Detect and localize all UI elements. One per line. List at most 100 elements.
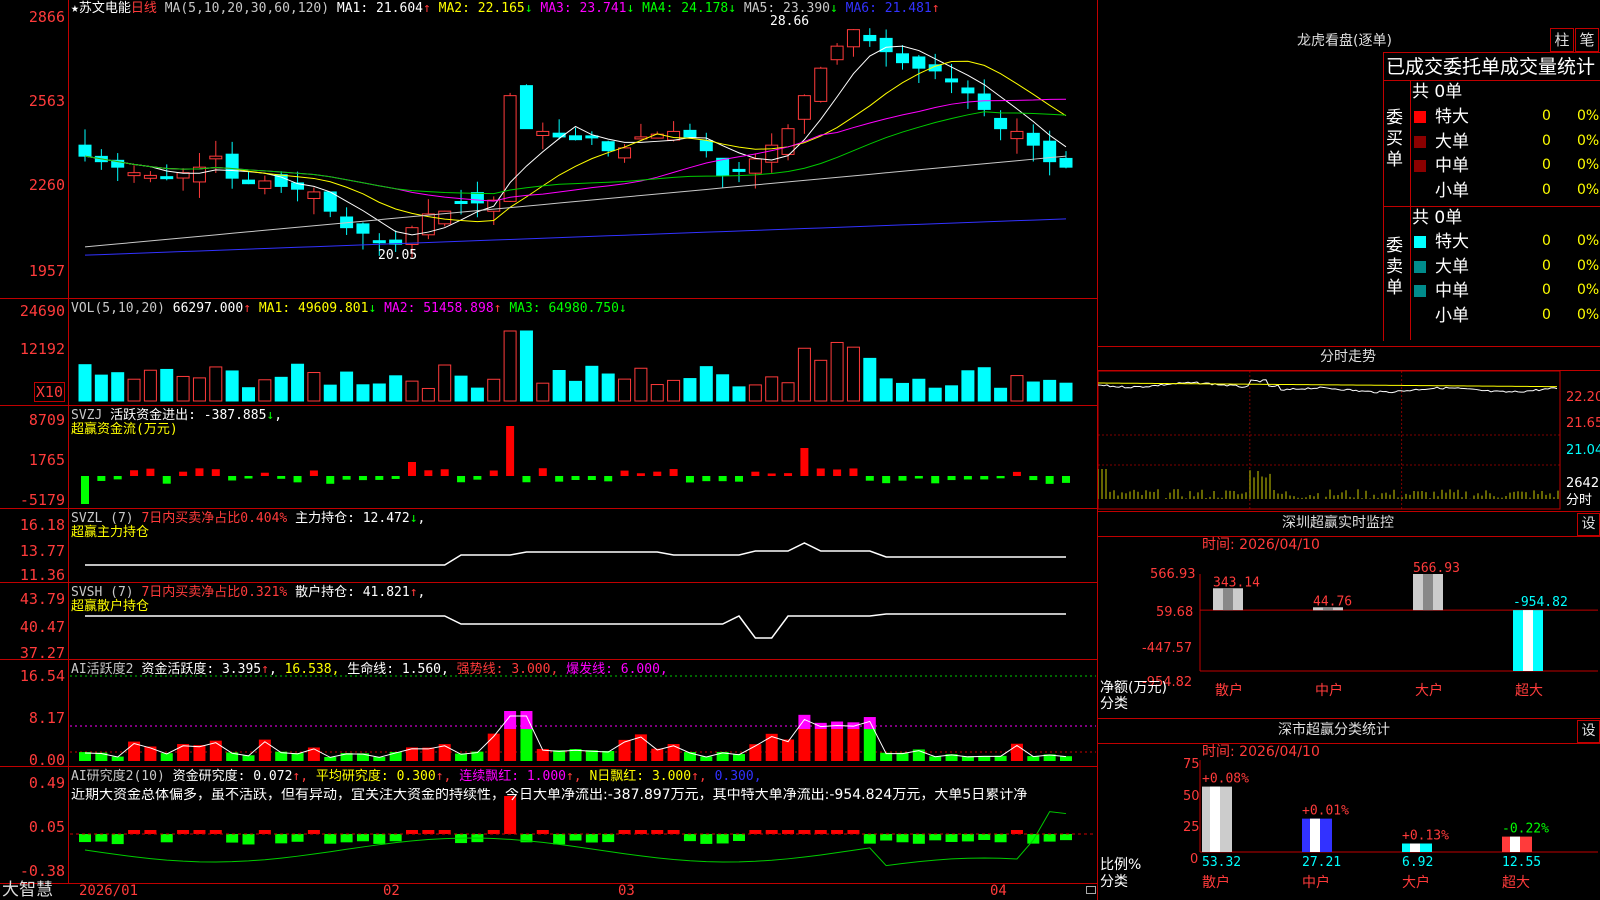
ma-value-4: MA4: 24.178↓ [634,1,737,16]
axis-tick: 2260 [28,176,65,194]
svzj-bar [636,473,645,476]
svsh-line [85,613,1066,639]
axis-tick: 8709 [28,411,65,429]
axis-tick: 1765 [28,451,65,469]
cls-settings-button[interactable]: 设 [1577,720,1600,743]
intraday-chart[interactable] [1098,371,1600,511]
volume-bar [765,376,779,402]
sz-bar-shade [1423,574,1433,611]
date-tick: 04 [990,883,1007,899]
cls-bar-value: 6.92 [1402,855,1433,870]
svsh-hold-label: 散户持仓: [295,585,355,600]
ma120-line [84,218,1067,256]
volume-bar [291,363,305,402]
ai2-bar [389,834,402,842]
svzj-bar [882,476,891,484]
ai2-last: 0.300 [714,769,754,784]
volume-bar [225,370,239,402]
candle-body [569,135,582,141]
cls-bar-chart: +0.08% 53.32 散户 +0.01% 27.21 中户 +0.13% 6.92 大户 -0… [1199,760,1598,891]
sz-category: 大户 [1415,682,1443,699]
axis-tick: 2563 [28,92,65,110]
volume-bar [176,375,190,402]
svzj-bar [784,473,793,476]
cls-bar-value: 53.32 [1202,855,1241,870]
sz-settings-button[interactable]: 设 [1577,513,1600,536]
ai2-bar [880,834,893,841]
ai2-bar [209,830,222,834]
ai1-bar [144,746,157,761]
svzj-bar [718,476,727,482]
svzj-bar [489,470,498,476]
sell-row-name: 小单 [1435,305,1469,326]
svzj-label: SVZJ [71,408,103,423]
date-tick: 2026/01 [79,883,139,899]
ai2-bar [438,830,451,834]
svzj-bar [146,468,155,476]
svzj-bar [1029,476,1038,481]
axis-tick: 8.17 [28,709,65,727]
high-price-label: 28.66 [770,14,810,29]
ai2-bar [373,834,386,844]
cls-category: 大户 [1402,874,1430,891]
svzj-bar [130,470,139,476]
svzl-axis: 16.18 13.77 11.36 [0,508,65,584]
svzj-bar [326,476,335,484]
volume-bar [356,384,370,402]
candle-body [519,85,533,130]
cls-bar-shade [1210,786,1220,852]
candle-body [683,129,697,138]
svsh-title: 7日内买卖净占比 [141,585,241,600]
main-indicator-header: ★苏文电能日线 MA(5,10,20,30,60,120) MA1: 21.60… [71,1,940,16]
candle-body [78,144,92,157]
ai2-bar [1043,834,1056,842]
axis-tick: 0.05 [28,818,65,836]
vol-label: VOL(5,10,20) [71,301,165,316]
svzj-bar [735,476,743,482]
bar-mode-button[interactable]: 柱 [1550,28,1574,52]
volume-bar [143,369,157,402]
sell-row-pct: 0% [1577,282,1600,298]
cls-bar-shade [1410,843,1420,852]
buy-row-name: 大单 [1435,131,1469,152]
kline-chart-area[interactable] [0,0,1098,900]
ai2-bar [1027,834,1040,844]
ai1-bar [1010,743,1023,761]
volume-bar [667,379,681,402]
svzl-title: 7日内买卖净占比 [141,511,241,526]
sz-category: 散户 [1215,682,1243,699]
ai1-bar [782,739,795,761]
favorite-star-icon[interactable]: ★ [71,1,79,16]
sell-side-label: 委卖单 [1386,236,1403,298]
cls-category: 超大 [1502,875,1530,891]
svzl-hold: 12.472 [362,511,410,526]
buy-row-pct: 0% [1577,108,1600,124]
svzj-bar [309,470,318,476]
sz-bar-value: 343.14 [1213,575,1260,590]
volume-bar [274,376,288,402]
buy-row-count: 0 [1542,132,1551,149]
order-stats-tabs[interactable]: 已成交委托单成交量统计 [1386,56,1595,78]
axis-tick: 13.77 [19,542,65,560]
ai2-bar [814,830,827,834]
intraday-axis-tick: 22.20 [1566,390,1600,405]
svzj-axis: 8709 1765 -5179 [0,405,65,509]
volume-bar [94,374,108,402]
svsh-arrow: ↑ [409,585,418,600]
candle-body [1026,132,1040,146]
candle-body [536,130,550,137]
ai1-burst: 爆发线: 6.000 [566,662,660,677]
candlestick-canvas[interactable] [0,0,1098,900]
sell-swatch [1414,309,1426,322]
tick-mode-button[interactable]: 笔 [1575,28,1599,52]
period-label[interactable]: 日线 [131,1,157,16]
vol-unit: X10 [33,382,65,402]
volume-bar [307,372,321,402]
ai2-bar [945,834,958,842]
lock-icon[interactable] [1086,886,1096,894]
volume-bar [405,380,419,402]
candle-body [994,117,1008,130]
volume-bar [634,367,648,402]
svzj-bar [473,476,482,480]
svzj-bar [669,469,678,476]
